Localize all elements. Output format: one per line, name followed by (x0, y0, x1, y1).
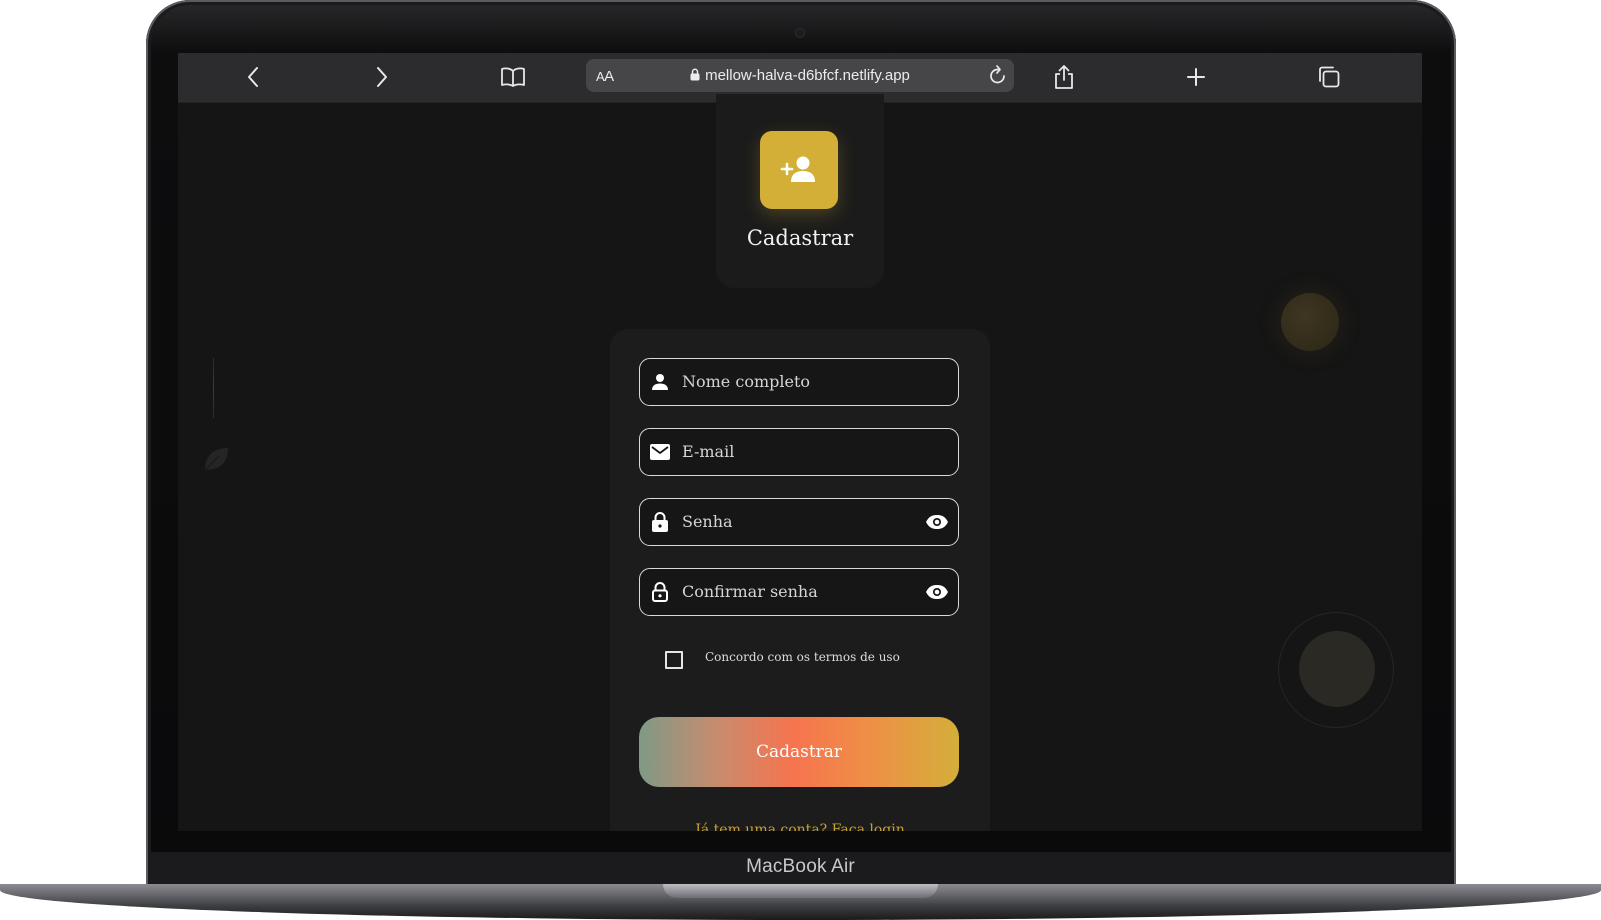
confirm-password-field[interactable]: Confirmar senha (639, 568, 959, 616)
address-bar[interactable]: AA mellow-halva-d6bfcf.netlify.app (586, 59, 1014, 92)
laptop-notch (663, 884, 938, 898)
register-button[interactable]: Cadastrar (639, 717, 959, 787)
brand-badge (760, 131, 838, 209)
decorative-line (213, 358, 214, 418)
new-tab-icon (1187, 68, 1205, 86)
toggle-password-visibility[interactable] (924, 511, 950, 533)
full-name-placeholder: Nome completo (682, 372, 811, 391)
reload-icon (990, 65, 1005, 84)
decorative-orb (1281, 293, 1339, 351)
screen: AA mellow-halva-d6bfcf.netlify.app Cadas… (178, 53, 1422, 831)
lock-outline-icon (649, 581, 671, 603)
back-icon (248, 67, 258, 87)
forward-button[interactable] (367, 62, 397, 92)
email-placeholder: E-mail (682, 442, 735, 461)
eye-icon (926, 515, 948, 529)
reload-button[interactable] (988, 64, 1008, 91)
camera (796, 29, 804, 37)
person-add-icon (780, 156, 815, 182)
tabs-icon (1319, 66, 1340, 88)
bookmarks-icon (501, 67, 525, 87)
forward-icon (377, 67, 387, 87)
tabs-overview-button[interactable] (1314, 62, 1344, 92)
confirm-password-placeholder: Confirmar senha (682, 582, 818, 601)
password-placeholder: Senha (682, 512, 733, 531)
share-icon (1055, 65, 1073, 89)
page-title: Cadastrar (746, 226, 854, 250)
email-field[interactable]: E-mail (639, 428, 959, 476)
eye-icon (926, 585, 948, 599)
share-button[interactable] (1049, 62, 1079, 92)
terms-label[interactable]: Concordo com os termos de uso (705, 650, 900, 664)
back-button[interactable] (238, 62, 268, 92)
password-field[interactable]: Senha (639, 498, 959, 546)
device-label: MacBook Air (746, 856, 855, 877)
login-link[interactable]: Já tem uma conta? Faça login (610, 822, 990, 831)
decorative-ring-core (1299, 631, 1375, 707)
lock-filled-icon (649, 511, 671, 533)
new-tab-button[interactable] (1181, 62, 1211, 92)
toggle-confirm-visibility[interactable] (924, 581, 950, 603)
url-text: mellow-halva-d6bfcf.netlify.app (705, 67, 910, 84)
laptop-chin: MacBook Air (150, 852, 1451, 884)
bookmarks-button[interactable] (498, 62, 528, 92)
terms-checkbox[interactable] (665, 651, 683, 669)
leaf-icon (201, 444, 231, 478)
register-header: Cadastrar (716, 94, 884, 288)
register-form: Nome completo E-mail Senha Confirmar sen… (610, 329, 990, 831)
lock-icon (690, 68, 700, 81)
decorative-ring (1278, 612, 1394, 728)
full-name-field[interactable]: Nome completo (639, 358, 959, 406)
person-icon (649, 371, 671, 393)
page-content: Cadastrar Nome completo E-mail Senha Con… (178, 94, 1422, 831)
url-display[interactable]: mellow-halva-d6bfcf.netlify.app (586, 67, 1014, 84)
mail-icon (649, 441, 671, 463)
